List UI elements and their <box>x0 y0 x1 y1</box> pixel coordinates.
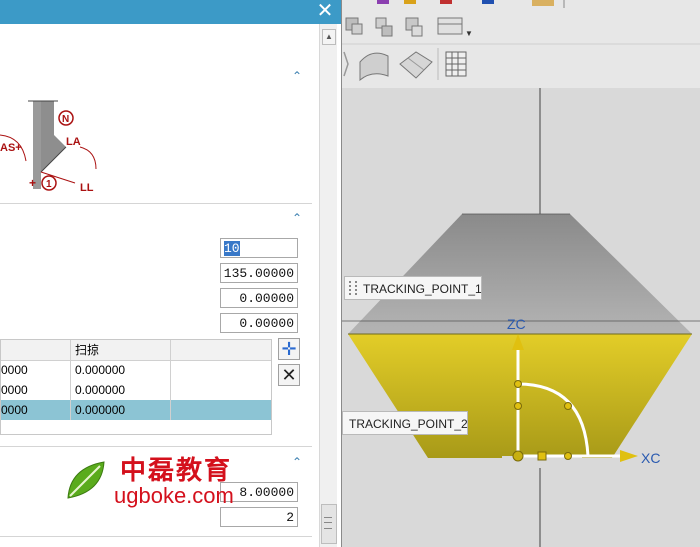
xc-handle[interactable] <box>564 452 572 460</box>
n-marker-label: N <box>62 114 69 125</box>
zc-label: ZC <box>507 316 526 332</box>
section-divider <box>0 536 312 537</box>
watermark-url: ugboke.com <box>114 483 234 508</box>
table-header-cell <box>1 340 71 360</box>
toolbar-icon-row-top <box>377 0 565 8</box>
table-row[interactable]: 0000 0.000000 <box>1 360 271 380</box>
watermark-title: 中磊教育 <box>120 455 233 485</box>
parameter-table: 扫掠 0000 0.000000 0000 0.000000 0000 0.00… <box>0 339 272 435</box>
toolbar-icon-row-bottom <box>343 48 467 82</box>
table-row[interactable]: 0000 0.000000 <box>1 380 271 400</box>
graphics-viewport[interactable]: ZC XC TRACKING_POINT_1 TRACKING_POINT_2 <box>342 88 700 547</box>
table-cell <box>171 360 271 380</box>
table-header-cell: 扫掠 <box>71 340 171 360</box>
table-cell: 0000 <box>1 380 71 400</box>
tool-parameter-diagram: N LA AS+ LL + 1 <box>0 100 97 194</box>
scroll-grip-icon <box>324 517 332 529</box>
xc-label: XC <box>641 450 661 466</box>
table-cell: 0000 <box>1 400 71 420</box>
vertical-scrollbar[interactable]: ▲ <box>319 24 337 547</box>
value-field-3[interactable]: 0.00000 <box>220 288 298 308</box>
dialog-panel: ✕ ⌃ N LA AS+ LL + 1 ⌃ 10 135.00000 0.000… <box>0 0 341 547</box>
origin-handle[interactable] <box>512 450 524 462</box>
leaf-logo-icon <box>67 461 105 499</box>
section-divider <box>0 446 312 447</box>
arc-handle[interactable] <box>564 402 572 410</box>
table-cell: 0.000000 <box>71 360 171 380</box>
scroll-up-icon[interactable]: ▲ <box>322 29 336 45</box>
la-label: LA <box>66 136 81 148</box>
as-plus-label: AS+ <box>0 142 22 154</box>
tracking-point-1-tag[interactable]: TRACKING_POINT_1 <box>344 276 482 300</box>
section-divider <box>0 203 312 204</box>
ll-label: LL <box>80 182 94 194</box>
svg-text:▼: ▼ <box>465 29 473 38</box>
zc-handle-2[interactable] <box>514 402 522 410</box>
toolbar-icon-row-middle: ▼ <box>345 17 473 38</box>
lower-cone-face <box>348 334 692 458</box>
table-header-row: 扫掠 <box>1 340 271 361</box>
table-cell <box>171 380 271 400</box>
value-field-6[interactable]: 2 <box>220 507 298 527</box>
toolbar-icons: ▼ <box>342 0 700 82</box>
value-field-2[interactable]: 135.00000 <box>220 263 298 283</box>
delete-row-icon[interactable]: ✕ <box>278 364 300 386</box>
collapse-chevron-icon[interactable]: ⌃ <box>292 212 304 224</box>
xc-square-handle[interactable] <box>537 451 547 461</box>
dialog-titlebar[interactable]: ✕ <box>0 0 341 24</box>
tracking-point-2-label: TRACKING_POINT_2 <box>349 417 468 431</box>
drag-grip-icon[interactable] <box>349 281 357 295</box>
table-cell: 0.000000 <box>71 380 171 400</box>
collapse-chevron-icon[interactable]: ⌃ <box>292 456 304 468</box>
close-icon[interactable]: ✕ <box>315 1 335 21</box>
table-cell: 0000 <box>1 360 71 380</box>
xc-arrowhead <box>620 450 638 462</box>
la-arc <box>79 146 97 170</box>
plus-label: + <box>29 176 36 190</box>
toolbar: ▼ <box>342 0 700 88</box>
table-cell: 0.000000 <box>71 400 171 420</box>
table-cell <box>171 400 271 420</box>
table-header-cell <box>171 340 271 360</box>
value-field-4[interactable]: 0.00000 <box>220 313 298 333</box>
one-marker-label: 1 <box>46 179 52 190</box>
zc-handle[interactable] <box>514 380 522 388</box>
table-row-selected[interactable]: 0000 0.000000 <box>1 400 271 420</box>
value-field-1[interactable]: 10 <box>220 238 298 258</box>
collapse-chevron-icon[interactable]: ⌃ <box>292 70 304 82</box>
tracking-point-1-label: TRACKING_POINT_1 <box>363 282 482 296</box>
add-row-icon[interactable]: ✛ <box>278 338 300 360</box>
tracking-point-2-tag[interactable]: TRACKING_POINT_2 <box>342 411 468 435</box>
